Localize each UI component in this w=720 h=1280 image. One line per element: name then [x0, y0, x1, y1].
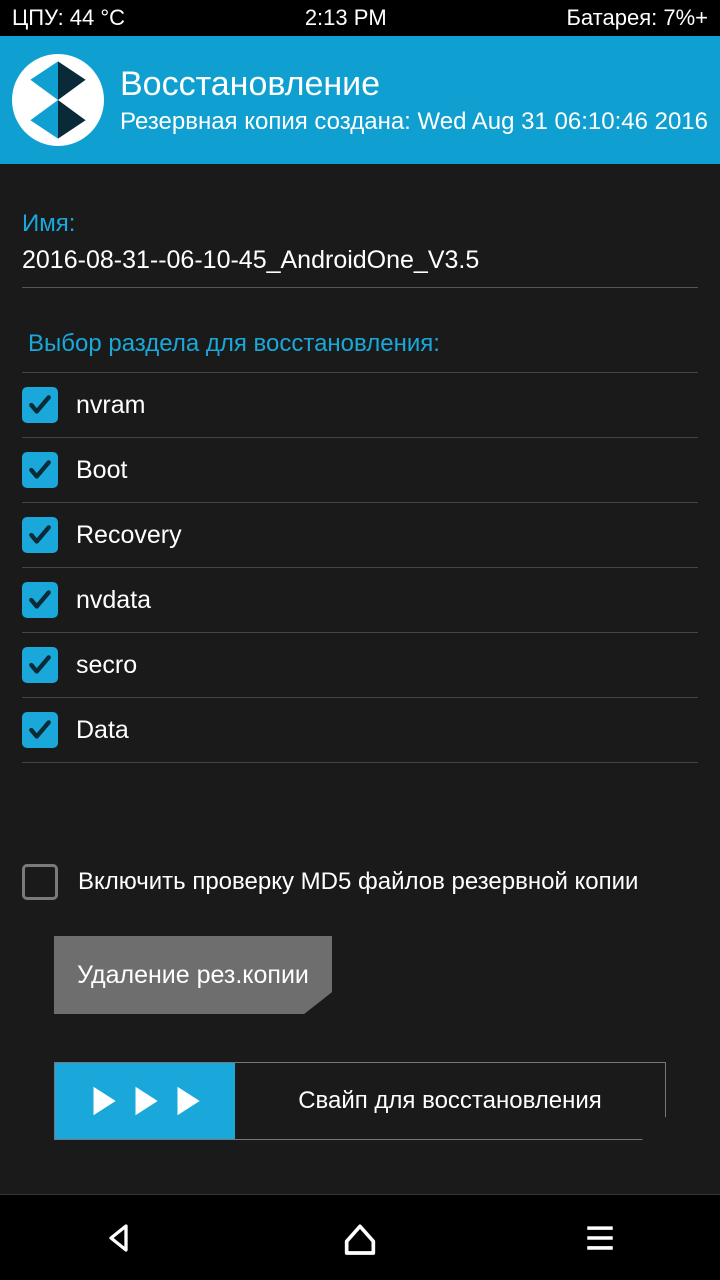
play-icon: [126, 1079, 164, 1123]
partition-label: Data: [76, 716, 129, 745]
checkbox-icon: [22, 712, 58, 748]
checkbox-icon: [22, 647, 58, 683]
nav-bar: [0, 1194, 720, 1280]
home-button[interactable]: [337, 1215, 383, 1261]
status-bar: ЦПУ: 44 °C 2:13 PM Батарея: 7%+: [0, 0, 720, 36]
swipe-handle[interactable]: [55, 1063, 235, 1139]
play-icon: [84, 1079, 122, 1123]
partition-section-label: Выбор раздела для восстановления:: [22, 288, 698, 372]
page-title: Восстановление: [120, 65, 708, 104]
partition-recovery[interactable]: Recovery: [22, 503, 698, 568]
battery-status: Батарея: 7%+: [566, 5, 708, 31]
delete-button-label: Удаление рез.копии: [77, 961, 309, 990]
checkbox-icon: [22, 452, 58, 488]
cpu-temp: ЦПУ: 44 °C: [12, 5, 125, 31]
partition-label: Boot: [76, 456, 127, 485]
partition-nvdata[interactable]: nvdata: [22, 568, 698, 633]
main-content: Имя: 2016-08-31--06-10-45_AndroidOne_V3.…: [0, 164, 720, 1194]
partition-list: nvram Boot Recovery nvdata secro: [22, 372, 698, 763]
checkbox-icon: [22, 387, 58, 423]
delete-backup-button[interactable]: Удаление рез.копии: [54, 936, 332, 1014]
swipe-label: Свайп для восстановления: [235, 1087, 665, 1115]
partition-label: secro: [76, 651, 137, 680]
partition-label: nvram: [76, 391, 145, 420]
backup-timestamp: Резервная копия создана: Wed Aug 31 06:1…: [120, 108, 708, 136]
menu-button[interactable]: [577, 1215, 623, 1261]
header: Восстановление Резервная копия создана: …: [0, 36, 720, 164]
name-input[interactable]: 2016-08-31--06-10-45_AndroidOne_V3.5: [22, 246, 698, 288]
checkbox-icon: [22, 864, 58, 900]
partition-label: nvdata: [76, 586, 151, 615]
twrp-logo-icon: [12, 54, 104, 146]
checkbox-icon: [22, 517, 58, 553]
clock: 2:13 PM: [305, 5, 387, 31]
play-icon: [168, 1079, 206, 1123]
partition-nvram[interactable]: nvram: [22, 373, 698, 438]
md5-label: Включить проверку MD5 файлов резервной к…: [78, 868, 638, 896]
back-button[interactable]: [97, 1215, 143, 1261]
name-label: Имя:: [22, 164, 698, 246]
partition-boot[interactable]: Boot: [22, 438, 698, 503]
checkbox-icon: [22, 582, 58, 618]
partition-secro[interactable]: secro: [22, 633, 698, 698]
md5-checkbox-row[interactable]: Включить проверку MD5 файлов резервной к…: [22, 864, 638, 900]
swipe-to-restore[interactable]: Свайп для восстановления: [54, 1062, 666, 1140]
partition-data[interactable]: Data: [22, 698, 698, 763]
partition-label: Recovery: [76, 521, 182, 550]
